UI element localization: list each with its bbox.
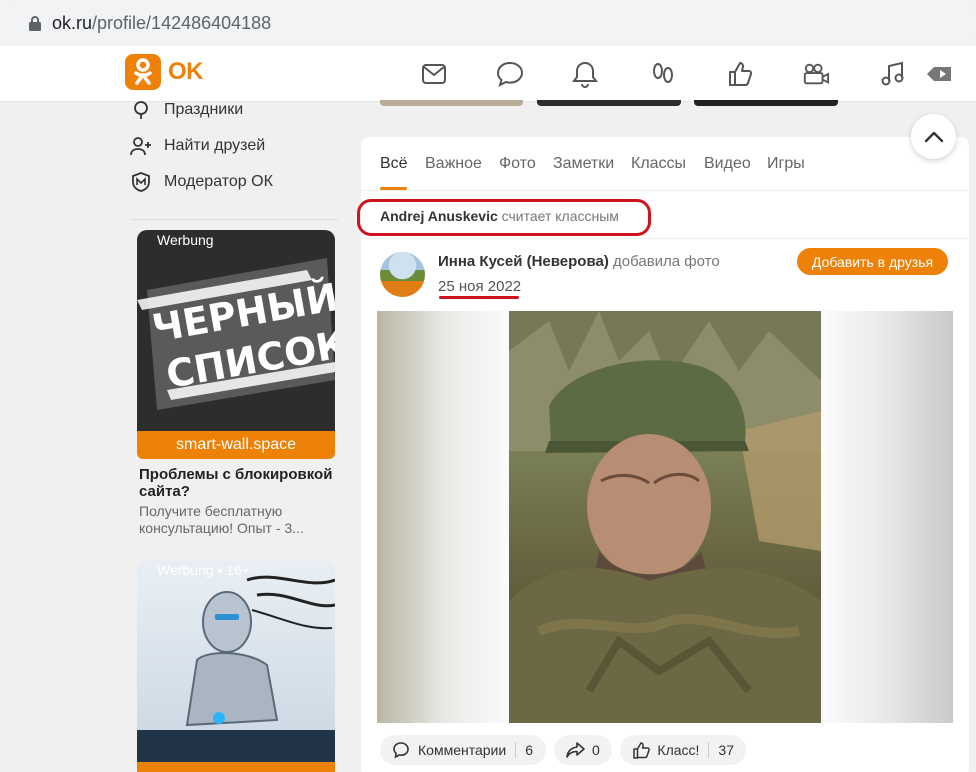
url-field[interactable]: ok.ru/profile/142486404188 xyxy=(8,3,976,39)
tab-video[interactable]: Видео xyxy=(704,155,751,173)
sidebar-item-holidays[interactable]: Праздники xyxy=(130,97,243,123)
add-user-icon xyxy=(130,135,152,157)
comment-icon xyxy=(392,740,412,760)
lock-icon xyxy=(29,16,41,31)
scroll-to-top-button[interactable] xyxy=(911,114,956,159)
ad-domain[interactable]: smart-wall.space xyxy=(137,431,335,459)
soldier-photo xyxy=(509,311,821,723)
comments-button[interactable]: Комментарии 6 xyxy=(380,735,546,765)
sidebar-item-moderator[interactable]: Модератор ОК xyxy=(130,169,273,195)
photo-thumbnail[interactable] xyxy=(694,100,838,106)
browser-address-bar: ok.ru/profile/142486404188 xyxy=(0,0,976,46)
footprints-icon[interactable] xyxy=(649,60,677,88)
comments-count: 6 xyxy=(515,742,533,758)
sidebar-item-find-friends[interactable]: Найти друзей xyxy=(130,133,265,159)
post-photo[interactable] xyxy=(377,311,953,723)
url-host: ok.ru xyxy=(52,13,93,33)
post-author-line: Инна Кусей (Неверова) добавила фото xyxy=(438,253,720,270)
share-button[interactable]: 0 xyxy=(554,735,612,765)
like-icon[interactable] xyxy=(726,60,754,88)
ad-image[interactable]: Werbung • 16+ xyxy=(137,560,335,764)
ok-logo-icon[interactable] xyxy=(125,54,161,90)
logo-text[interactable]: OK xyxy=(168,58,204,86)
soldier-illustration xyxy=(509,311,821,723)
moderator-icon xyxy=(130,171,152,193)
ad-domain-bar[interactable] xyxy=(137,762,335,772)
add-friend-button[interactable]: Добавить в друзья xyxy=(797,248,948,275)
ad-image[interactable]: Werbung ЧЕРНЫЙ СПИСОК xyxy=(137,230,335,433)
red-highlight-underline xyxy=(439,296,519,299)
post-author-name[interactable]: Инна Кусей (Неверова) xyxy=(438,253,609,270)
tab-likes[interactable]: Классы xyxy=(631,155,686,173)
post-divider xyxy=(361,238,969,239)
sidebar-item-label: Праздники xyxy=(164,101,244,118)
tab-all[interactable]: Всё xyxy=(380,155,408,173)
music-icon[interactable] xyxy=(879,60,907,88)
thumbs-up-icon xyxy=(632,740,651,760)
blacklist-ad-graphic: ЧЕРНЫЙ СПИСОК xyxy=(137,258,335,410)
ad-description[interactable]: Получите бесплатную консультацию! Опыт -… xyxy=(139,503,339,537)
ad-title[interactable]: Проблемы с блокировкой сайта? xyxy=(139,466,339,500)
avatar[interactable] xyxy=(380,252,425,297)
comments-label: Комментарии xyxy=(418,742,507,758)
post-action: добавила фото xyxy=(613,253,720,270)
video-play-icon[interactable] xyxy=(925,60,953,88)
chevron-up-icon xyxy=(924,131,943,142)
share-icon xyxy=(566,740,586,760)
shares-count: 0 xyxy=(592,742,600,758)
likes-count: 37 xyxy=(708,742,734,758)
sidebar-item-label: Модератор ОК xyxy=(164,173,273,190)
url-text: ok.ru/profile/142486404188 xyxy=(52,13,271,34)
photo-thumbnail[interactable] xyxy=(537,100,681,106)
video-camera-icon[interactable] xyxy=(802,60,830,88)
tab-important[interactable]: Важное xyxy=(425,155,482,173)
bell-icon[interactable] xyxy=(571,60,599,88)
photo-thumbnail[interactable] xyxy=(380,100,523,106)
like-button[interactable]: Класс! 37 xyxy=(620,735,746,765)
robot-ad-graphic xyxy=(137,575,335,764)
tab-photos[interactable]: Фото xyxy=(499,155,536,173)
url-path: /profile/142486404188 xyxy=(92,13,272,33)
tab-notes[interactable]: Заметки xyxy=(553,155,614,173)
red-highlight-oval xyxy=(357,199,651,236)
sidebar-item-label: Найти друзей xyxy=(164,137,266,154)
likes-label: Класс! xyxy=(657,742,700,758)
gift-icon xyxy=(130,99,152,121)
chat-icon[interactable] xyxy=(496,60,524,88)
top-navigation: OK xyxy=(0,46,976,102)
tab-games[interactable]: Игры xyxy=(767,155,805,173)
tabs-divider xyxy=(361,190,969,191)
sidebar-divider xyxy=(132,219,338,220)
post-date[interactable]: 25 ноя 2022 xyxy=(438,278,521,295)
mail-icon[interactable] xyxy=(420,60,448,88)
